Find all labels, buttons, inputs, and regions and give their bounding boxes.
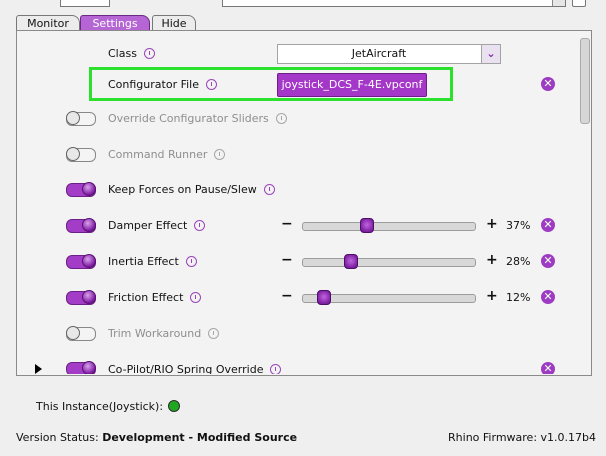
expand-arrow-icon[interactable] xyxy=(35,364,42,374)
override-sliders-label: Override Configurator Sliders xyxy=(108,112,287,125)
trim-workaround-toggle[interactable] xyxy=(66,326,96,341)
friction-increase-button[interactable]: + xyxy=(486,288,498,304)
damper-increase-button[interactable]: + xyxy=(486,216,498,232)
copilot-label: Co-Pilot/RIO Spring Override xyxy=(108,363,282,374)
inertia-toggle[interactable] xyxy=(66,254,96,269)
version-value: Development - Modified Source xyxy=(102,431,298,444)
info-icon[interactable] xyxy=(275,112,287,124)
copilot-toggle[interactable] xyxy=(66,361,96,374)
keep-forces-label: Keep Forces on Pause/Slew xyxy=(108,183,275,196)
top-combobox-fragment[interactable] xyxy=(222,0,566,7)
command-runner-label: Command Runner xyxy=(108,148,226,161)
toggle-knob xyxy=(66,147,80,161)
info-icon[interactable] xyxy=(263,183,275,195)
info-icon[interactable] xyxy=(194,219,206,231)
slider-thumb[interactable] xyxy=(359,218,374,233)
class-dropdown[interactable]: JetAircraft ⌄ xyxy=(277,44,501,64)
toggle-knob xyxy=(82,182,96,196)
tab-settings[interactable]: Settings xyxy=(80,15,150,31)
toggle-knob xyxy=(82,290,96,304)
configurator-file-button[interactable]: joystick_DCS_F-4E.vpconf xyxy=(277,73,427,97)
dropdown-chevron-icon[interactable]: ⌄ xyxy=(481,45,500,63)
status-led-icon xyxy=(168,400,181,412)
keep-forces-toggle[interactable] xyxy=(66,182,96,197)
inertia-decrease-button[interactable]: − xyxy=(281,252,293,268)
info-icon[interactable] xyxy=(270,363,282,374)
slider-thumb[interactable] xyxy=(344,254,359,269)
damper-value: 37% xyxy=(506,219,531,232)
friction-close-icon[interactable]: ✕ xyxy=(541,290,555,304)
version-status: Version Status: Development - Modified S… xyxy=(16,431,298,444)
firmware-version: Rhino Firmware: v1.0.17b4 xyxy=(448,431,596,444)
damper-decrease-button[interactable]: − xyxy=(281,216,293,232)
friction-slider[interactable] xyxy=(302,290,476,305)
instance-status: This Instance(Joystick): xyxy=(36,400,181,413)
top-dropdown-fragment[interactable] xyxy=(60,0,110,7)
friction-label: Friction Effect xyxy=(108,291,202,304)
inertia-increase-button[interactable]: + xyxy=(486,252,498,268)
tab-hide[interactable]: Hide xyxy=(152,15,196,31)
damper-toggle[interactable] xyxy=(66,218,96,233)
toggle-knob xyxy=(66,326,80,340)
damper-label: Damper Effect xyxy=(108,219,206,232)
dropdown-arrow-icon xyxy=(552,0,565,6)
command-runner-toggle[interactable] xyxy=(66,147,96,162)
friction-value: 12% xyxy=(506,291,531,304)
damper-close-icon[interactable]: ✕ xyxy=(541,218,555,232)
inertia-value: 28% xyxy=(506,255,531,268)
inertia-close-icon[interactable]: ✕ xyxy=(541,254,555,268)
top-checkbox-fragment[interactable] xyxy=(572,0,586,7)
configurator-file-label: Configurator File xyxy=(108,78,217,91)
info-icon[interactable] xyxy=(190,291,202,303)
toggle-knob xyxy=(82,254,96,268)
vertical-scrollbar[interactable] xyxy=(580,38,590,124)
copilot-close-icon[interactable]: ✕ xyxy=(541,362,555,374)
slider-thumb[interactable] xyxy=(316,290,331,305)
friction-toggle[interactable] xyxy=(66,290,96,305)
info-icon[interactable] xyxy=(208,327,220,339)
override-sliders-toggle[interactable] xyxy=(66,111,96,126)
trim-workaround-label: Trim Workaround xyxy=(108,327,220,340)
clear-configurator-close-icon[interactable]: ✕ xyxy=(541,77,555,91)
toggle-knob xyxy=(82,218,96,232)
class-value: JetAircraft xyxy=(351,47,407,60)
toggle-knob xyxy=(66,111,80,125)
info-icon[interactable] xyxy=(185,255,197,267)
class-label: Class xyxy=(108,47,155,60)
info-icon[interactable] xyxy=(143,47,155,59)
inertia-label: Inertia Effect xyxy=(108,255,197,268)
info-icon[interactable] xyxy=(206,78,217,90)
toggle-knob xyxy=(82,361,96,374)
friction-decrease-button[interactable]: − xyxy=(281,288,293,304)
copilot-row-clip: Co-Pilot/RIO Spring Override ✕ xyxy=(17,356,589,374)
inertia-slider[interactable] xyxy=(302,254,476,269)
info-icon[interactable] xyxy=(214,148,226,160)
damper-slider[interactable] xyxy=(302,218,476,233)
tab-monitor[interactable]: Monitor xyxy=(16,15,80,31)
